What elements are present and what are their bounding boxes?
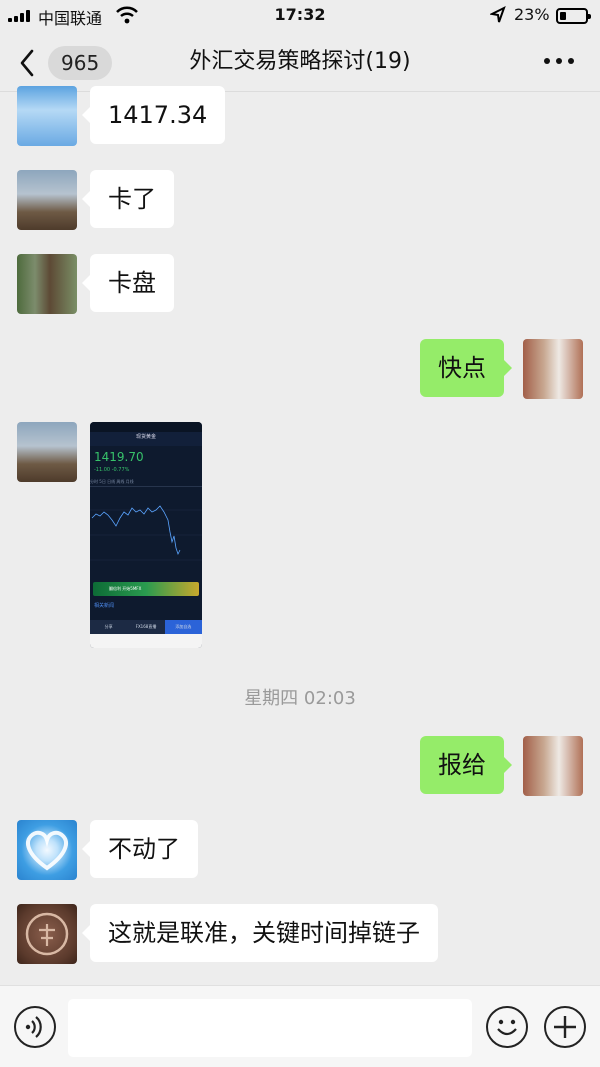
message-bubble[interactable]: 1417.34 [81, 86, 226, 144]
battery-icon [556, 8, 591, 24]
message-bubble[interactable]: 卡了 [82, 170, 174, 228]
sky-clouds-avatar[interactable] [17, 86, 77, 146]
chat-header: 外汇交易策略探讨(19) 965 [0, 32, 600, 92]
clock: 17:32 [274, 5, 326, 24]
location-arrow-icon [488, 5, 506, 28]
emoji-icon[interactable] [486, 1006, 528, 1048]
back-button[interactable]: 965 [18, 46, 114, 80]
screenshot-tab: 分时 [90, 479, 98, 484]
screenshot-button: 添加自选 [164, 620, 202, 634]
airplane-avatar[interactable] [17, 170, 77, 230]
airplane-avatar[interactable] [17, 422, 77, 482]
image-message[interactable]: 现货黄金 1419.70 -11.00 -0.77% 分时 5日 日线 周线 月… [90, 422, 202, 648]
screenshot-tabs: 分时 5日 日线 周线 月线 [90, 479, 202, 487]
screenshot-change: -11.00 -0.77% [94, 467, 130, 473]
message-bubble[interactable]: 这就是联准，关键时间掉链子 [82, 904, 438, 962]
unread-count-badge: 965 [48, 46, 113, 80]
status-bar: 中国联通 17:32 23% [0, 0, 600, 32]
message-bubble[interactable]: 不动了 [82, 820, 198, 878]
man-avatar[interactable] [523, 736, 583, 796]
screenshot-tab: 日线 [107, 479, 116, 484]
screenshot-button: 分享 [104, 624, 113, 629]
screenshot-button: FX168直播 [135, 624, 157, 629]
time-divider: 星期四 02:03 [244, 688, 356, 709]
message-bubble[interactable]: 卡盘 [82, 254, 174, 312]
plus-icon[interactable] [544, 1006, 586, 1048]
screenshot-tab: 月线 [125, 479, 134, 484]
message-input[interactable] [68, 999, 472, 1057]
price-line-chart [90, 505, 202, 561]
screenshot-bottom-bar: 分享 FX168直播 添加自选 [90, 620, 202, 634]
screenshot-ad-banner: 翻倍利 开始5MFX [93, 582, 199, 596]
screenshot-header: 现货黄金 [90, 432, 202, 446]
message-bubble-self[interactable]: 报给 [420, 736, 512, 794]
message-bubble-self[interactable]: 快点 [420, 339, 512, 397]
battery-percent: 23% [514, 5, 550, 24]
man-avatar[interactable] [523, 339, 583, 399]
screenshot-price: 1419.70 [94, 450, 144, 464]
forest-person-avatar[interactable] [17, 254, 77, 314]
back-chevron-icon [18, 48, 36, 82]
screenshot-news-label: 相关新闻 [94, 603, 115, 609]
screenshot-tab: 周线 [116, 479, 125, 484]
voice-icon[interactable] [14, 1006, 56, 1048]
more-dots-icon[interactable] [542, 50, 576, 72]
screenshot-tab: 5日 [99, 479, 106, 484]
cloud-heart-avatar[interactable] [17, 820, 77, 880]
input-bar [0, 985, 600, 1067]
screenshot-nav-bar [90, 634, 202, 648]
stamp-seal-avatar[interactable] [17, 904, 77, 964]
screenshot-status-bar [90, 422, 202, 432]
